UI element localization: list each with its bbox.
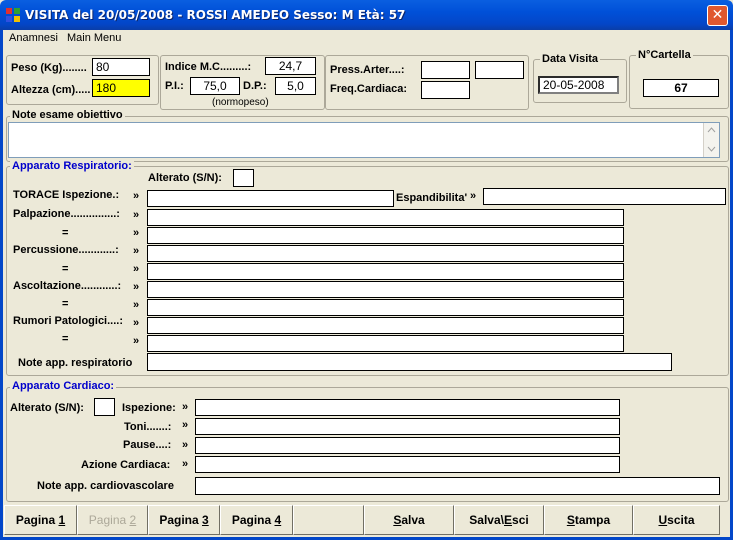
resp-row-arrow-icon[interactable]: » xyxy=(133,281,139,293)
resp-row-label: Ascoltazione............: xyxy=(13,280,122,292)
window-title: VISITA del 20/05/2008 - ROSSI AMEDEO Ses… xyxy=(25,8,406,22)
altezza-input[interactable]: 180 xyxy=(92,79,150,97)
pause-arrow-icon[interactable]: » xyxy=(182,439,188,451)
resp-row-input[interactable] xyxy=(147,245,624,262)
espandibilita-arrow-icon[interactable]: » xyxy=(470,190,476,202)
note-esame-textarea[interactable] xyxy=(8,122,720,158)
resp-alterato-input[interactable] xyxy=(233,169,254,187)
salva-button[interactable]: Salva xyxy=(364,505,454,535)
pagina-4-button[interactable]: Pagina 4 xyxy=(220,505,293,535)
card-note-input[interactable] xyxy=(195,477,720,495)
close-icon[interactable]: ✕ xyxy=(707,5,728,26)
resp-row-label: Percussione............: xyxy=(13,244,119,256)
scroll-up-icon[interactable] xyxy=(707,126,716,134)
espandibilita-label: Espandibilita' xyxy=(396,192,468,204)
freq-label: Freq.Cardiaca: xyxy=(330,83,408,95)
ispezione-arrow-icon[interactable]: » xyxy=(182,401,188,413)
resp-row-label: = xyxy=(62,298,69,310)
resp-row-label: = xyxy=(62,263,69,275)
card-note-label: Note app. cardiovascolare xyxy=(37,480,174,492)
pause-input[interactable] xyxy=(195,437,620,454)
torace-label: TORACE Ispezione.: xyxy=(13,189,120,201)
data-visita-label: Data Visita xyxy=(540,53,601,65)
note-esame-label: Note esame obiettivo xyxy=(10,109,125,121)
cartella-value: 67 xyxy=(643,79,719,97)
title-bar[interactable]: VISITA del 20/05/2008 - ROSSI AMEDEO Ses… xyxy=(0,0,733,30)
cardiaco-title: Apparato Cardiaco: xyxy=(10,380,117,392)
azione-label: Azione Cardiaca: xyxy=(81,459,171,471)
uscita-button[interactable]: Uscita xyxy=(633,505,720,535)
card-alterato-input[interactable] xyxy=(94,398,115,416)
ispezione-label: Ispezione: xyxy=(122,402,176,414)
toni-arrow-icon[interactable]: » xyxy=(182,419,188,431)
resp-note-input[interactable] xyxy=(147,353,672,371)
pagina-3-button[interactable]: Pagina 3 xyxy=(148,505,220,535)
pi-label: P.I.: xyxy=(165,80,184,92)
resp-row-input[interactable] xyxy=(147,227,624,244)
app-icon xyxy=(6,8,20,22)
empty-button-slot xyxy=(293,505,364,535)
azione-input[interactable] xyxy=(195,456,620,473)
resp-row-label: Palpazione...............: xyxy=(13,208,120,220)
note-esame-scrollbar[interactable] xyxy=(703,123,719,157)
pagina-2-button: Pagina 2 xyxy=(77,505,148,535)
freq-input[interactable] xyxy=(421,81,470,99)
toni-input[interactable] xyxy=(195,418,620,435)
resp-row-label: = xyxy=(62,333,69,345)
resp-row-label: = xyxy=(62,227,69,239)
press-min-input[interactable] xyxy=(421,61,470,79)
pause-label: Pause....: xyxy=(123,439,172,451)
resp-row-arrow-icon[interactable]: » xyxy=(133,227,139,239)
imc-label: Indice M.C.........: xyxy=(165,61,252,73)
ispezione-input[interactable] xyxy=(195,399,620,416)
menu-item-main-menu[interactable]: Main Menu xyxy=(67,32,121,48)
pagina-1-button[interactable]: Pagina 1 xyxy=(4,505,77,535)
peso-input[interactable]: 80 xyxy=(92,58,150,76)
imc-value[interactable]: 24,7 xyxy=(265,57,316,75)
respiratorio-title: Apparato Respiratorio: xyxy=(10,160,134,172)
resp-row-input[interactable] xyxy=(147,335,624,352)
azione-arrow-icon[interactable]: » xyxy=(182,458,188,470)
salva-esci-button[interactable]: Salva\Esci xyxy=(454,505,544,535)
espandibilita-input[interactable] xyxy=(483,188,726,205)
resp-row-arrow-icon[interactable]: » xyxy=(133,335,139,347)
resp-row-arrow-icon[interactable]: » xyxy=(133,263,139,275)
peso-label: Peso (Kg)........ xyxy=(11,62,87,74)
dp-value[interactable]: 5,0 xyxy=(275,77,316,95)
resp-row-label: Rumori Patologici....: xyxy=(13,315,124,327)
cartella-label: N°Cartella xyxy=(636,49,693,61)
press-label: Press.Arter....: xyxy=(330,64,405,76)
resp-alterato-label: Alterato (S/N): xyxy=(148,172,222,184)
pi-value[interactable]: 75,0 xyxy=(190,77,240,95)
data-visita-value[interactable]: 20-05-2008 xyxy=(538,76,619,94)
menu-item-anamnesi[interactable]: Anamnesi xyxy=(9,32,58,48)
window-frame-left xyxy=(0,30,3,540)
resp-row-input[interactable] xyxy=(147,317,624,334)
resp-note-label: Note app. respiratorio xyxy=(18,357,133,369)
card-alterato-label: Alterato (S/N): xyxy=(10,402,84,414)
torace-input[interactable] xyxy=(147,190,394,207)
resp-row-input[interactable] xyxy=(147,263,624,280)
resp-row-arrow-icon[interactable]: » xyxy=(133,317,139,329)
toni-label: Toni.......: xyxy=(124,421,172,433)
press-max-input[interactable] xyxy=(475,61,524,79)
resp-row-input[interactable] xyxy=(147,299,624,316)
resp-row-input[interactable] xyxy=(147,209,624,226)
resp-row-arrow-icon[interactable]: » xyxy=(133,245,139,257)
weight-status: (normopeso) xyxy=(212,97,269,108)
stampa-button[interactable]: Stampa xyxy=(544,505,633,535)
dp-label: D.P.: xyxy=(243,80,267,92)
resp-row-input[interactable] xyxy=(147,281,624,298)
altezza-label: Altezza (cm)..... xyxy=(11,84,91,96)
resp-row-arrow-icon[interactable]: » xyxy=(133,209,139,221)
resp-row-arrow-icon[interactable]: » xyxy=(133,299,139,311)
scroll-down-icon[interactable] xyxy=(707,145,716,153)
torace-arrow-icon[interactable]: » xyxy=(133,190,139,202)
